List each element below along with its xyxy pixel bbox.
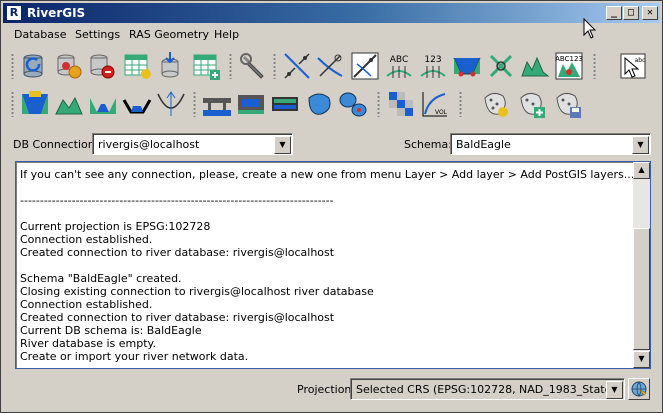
database-toolbar: ABC 123 ABC123 abc xyxy=(7,47,657,85)
crs-selector-button[interactable] xyxy=(628,378,650,400)
menu-help[interactable]: Help xyxy=(214,28,239,41)
toolbar-grip[interactable] xyxy=(593,53,596,79)
culvert-icon[interactable] xyxy=(235,88,267,120)
menu-settings[interactable]: Settings xyxy=(75,28,120,41)
svg-text:abc: abc xyxy=(635,57,646,64)
menu-ras-geometry[interactable]: RAS Geometry xyxy=(129,28,209,41)
toolbar-grip[interactable] xyxy=(193,91,196,117)
chevron-down-icon[interactable]: ▼ xyxy=(606,381,623,399)
db-connection-select[interactable]: rivergis@localhost ▼ xyxy=(92,133,293,155)
projection-value: Selected CRS (EPSG:102728, NAD_1983_Stat… xyxy=(356,383,606,396)
log-line: River database is empty. xyxy=(20,337,156,350)
mannings-n-icon[interactable] xyxy=(385,88,417,120)
levee-icon[interactable] xyxy=(485,50,517,82)
svg-text:VOL: VOL xyxy=(435,109,448,116)
profile-icon[interactable] xyxy=(519,50,551,82)
schema-label: Schema: xyxy=(404,138,452,151)
toolbar-grip[interactable] xyxy=(273,53,276,79)
sa-polygon-icon[interactable] xyxy=(479,88,511,120)
toolbar-grip[interactable] xyxy=(11,53,14,79)
log-line: ----------------------------------------… xyxy=(20,194,334,207)
xs-cutlines-icon[interactable] xyxy=(349,50,381,82)
menu-database[interactable]: Database xyxy=(14,28,67,41)
rivergis-window: R RiverGIS _ □ ✕ Database Settings RAS G… xyxy=(0,0,663,413)
log-line: Connection established. xyxy=(20,298,153,311)
delete-db-icon[interactable] xyxy=(86,50,118,82)
inline-structure-icon[interactable] xyxy=(269,88,301,120)
projection-select[interactable]: Selected CRS (EPSG:102728, NAD_1983_Stat… xyxy=(350,378,625,400)
xs-levee-icon[interactable] xyxy=(121,88,153,120)
abc123-labels-icon[interactable]: ABC123 xyxy=(553,50,585,82)
refresh-db-icon[interactable] xyxy=(19,50,51,82)
window-title: RiverGIS xyxy=(27,6,86,20)
minimize-button[interactable]: _ xyxy=(606,6,622,20)
storage-area-icon[interactable] xyxy=(337,88,369,120)
wrench-icon[interactable] xyxy=(237,50,269,82)
log-line: Connection established. xyxy=(20,233,153,246)
log-scrollbar[interactable]: ▲ ▼ xyxy=(633,162,650,368)
globe-icon xyxy=(631,381,647,397)
mouse-cursor-icon xyxy=(583,18,597,39)
bridge-icon[interactable] xyxy=(201,88,233,120)
projection-label: Projection xyxy=(297,383,352,396)
toolbar-grip[interactable] xyxy=(11,91,14,117)
geometry-toolbar: VOL xyxy=(7,85,657,123)
app-logo-icon: R xyxy=(6,5,22,21)
log-line: Created connection to river database: ri… xyxy=(20,246,335,259)
log-line: Schema "BaldEagle" created. xyxy=(20,272,182,285)
xs-ineffective-icon[interactable] xyxy=(155,88,187,120)
table-icon[interactable] xyxy=(121,50,153,82)
chevron-down-icon[interactable]: ▼ xyxy=(632,136,649,154)
volume-curve-icon[interactable]: VOL xyxy=(419,88,451,120)
chevron-down-icon[interactable]: ▼ xyxy=(274,136,291,154)
add-table-icon[interactable] xyxy=(190,50,222,82)
flowpaths-icon[interactable] xyxy=(314,50,346,82)
sa-save-icon[interactable] xyxy=(551,88,583,120)
db-connection-label: DB Connection: xyxy=(13,138,99,151)
svg-text:ABC: ABC xyxy=(390,55,408,65)
xs-profile-icon[interactable] xyxy=(53,88,85,120)
svg-text:ABC123: ABC123 xyxy=(555,55,583,63)
scroll-up-icon[interactable]: ▲ xyxy=(633,162,650,179)
schema-value: BaldEagle xyxy=(456,138,511,151)
scrollbar-thumb[interactable] xyxy=(633,228,650,350)
log-line: Current projection is EPSG:102728 xyxy=(20,220,211,233)
create-db-icon[interactable] xyxy=(53,50,85,82)
svg-text:123: 123 xyxy=(424,55,441,65)
log-output[interactable]: If you can't see any connection, please,… xyxy=(15,161,651,369)
pointer-icon[interactable]: abc xyxy=(617,50,649,82)
schema-select[interactable]: BaldEagle ▼ xyxy=(450,133,651,155)
menu-bar: Database Settings RAS Geometry Help xyxy=(3,25,660,45)
log-line: If you can't see any connection, please,… xyxy=(20,168,635,181)
title-bar[interactable]: R RiverGIS _ □ ✕ xyxy=(3,3,660,23)
streamlines-icon[interactable] xyxy=(281,50,313,82)
maximize-button[interactable]: □ xyxy=(623,6,639,20)
toolbar-grip[interactable] xyxy=(229,53,232,79)
123-attributes-icon[interactable]: 123 xyxy=(417,50,449,82)
log-line: Created connection to river database: ri… xyxy=(20,311,335,324)
log-line: Closing existing connection to rivergis@… xyxy=(20,285,374,298)
sa-add-icon[interactable] xyxy=(515,88,547,120)
xs-bankstations-icon[interactable] xyxy=(87,88,119,120)
toolbar-grip[interactable] xyxy=(459,91,462,117)
xs-elevations-icon[interactable] xyxy=(19,88,51,120)
import-db-icon[interactable] xyxy=(155,50,187,82)
scroll-down-icon[interactable]: ▼ xyxy=(633,351,650,368)
toolbar-grip[interactable] xyxy=(377,91,380,117)
blocked-obstruction-icon[interactable] xyxy=(303,88,335,120)
log-line: Current DB schema is: BaldEagle xyxy=(20,324,202,337)
abc-stationing-icon[interactable]: ABC xyxy=(383,50,415,82)
log-line: Create or import your river network data… xyxy=(20,350,249,363)
close-button[interactable]: ✕ xyxy=(642,6,658,20)
db-connection-value: rivergis@localhost xyxy=(98,138,200,151)
bank-points-icon[interactable] xyxy=(451,50,483,82)
log-text: If you can't see any connection, please,… xyxy=(20,168,635,363)
